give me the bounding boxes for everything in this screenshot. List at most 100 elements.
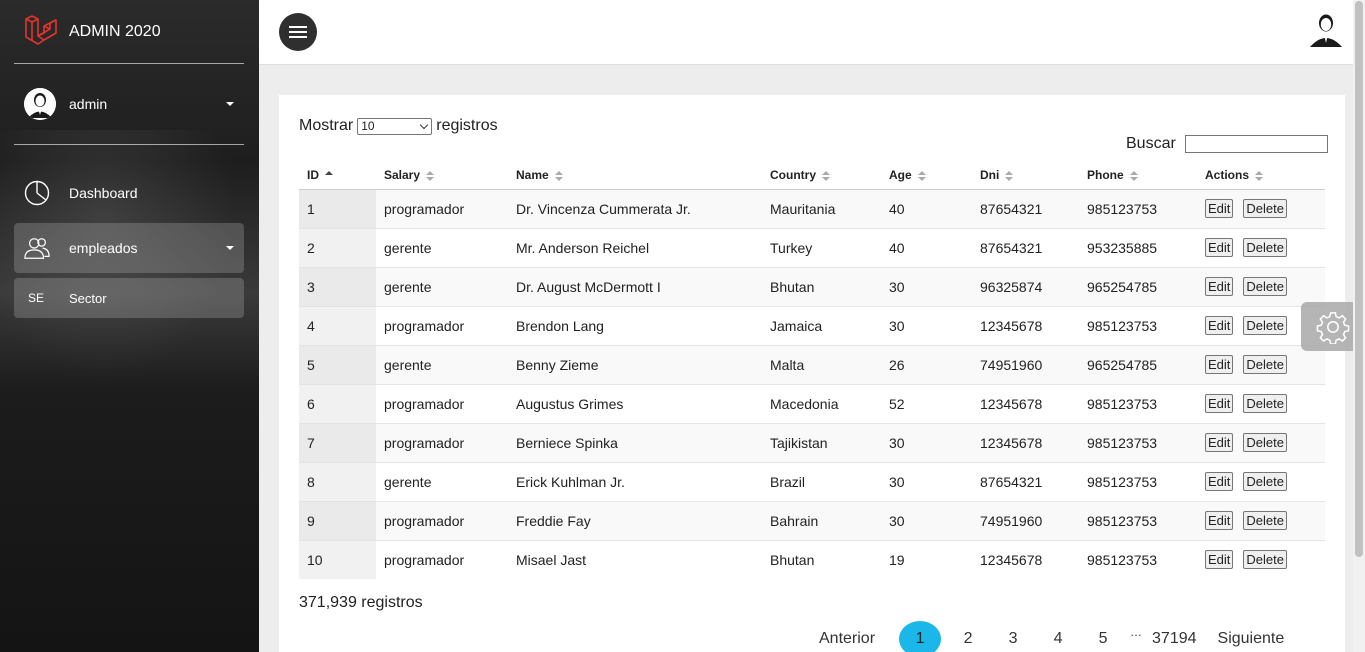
column-header-label: Phone bbox=[1087, 167, 1124, 182]
delete-button[interactable]: Delete bbox=[1243, 316, 1287, 335]
edit-button[interactable]: Edit bbox=[1205, 316, 1234, 335]
cell-age: 30 bbox=[881, 305, 972, 345]
table-info: 371,939 registros bbox=[299, 594, 423, 611]
pagination-page[interactable]: 2 bbox=[950, 621, 986, 652]
column-header-dni[interactable]: Dni bbox=[972, 161, 1079, 190]
table-row: 3 gerente Dr. August McDermott I Bhutan 30 96… bbox=[299, 266, 1325, 306]
column-header-id[interactable]: ID bbox=[299, 161, 376, 190]
table-row: 6 programador Augustus Grimes Macedonia 52 12… bbox=[299, 383, 1325, 423]
edit-button[interactable]: Edit bbox=[1205, 355, 1234, 374]
user-avatar-icon bbox=[24, 88, 56, 120]
cell-salary: programador bbox=[376, 500, 508, 540]
cell-age: 26 bbox=[881, 344, 972, 384]
delete-button[interactable]: Delete bbox=[1243, 472, 1287, 491]
user-menu[interactable]: admin bbox=[24, 86, 244, 122]
page-length-control: Mostrar 10 registros bbox=[299, 117, 498, 135]
cell-phone: 985123753 bbox=[1079, 461, 1197, 501]
cell-age: 30 bbox=[881, 461, 972, 501]
topbar bbox=[259, 0, 1365, 65]
show-label: Mostrar bbox=[299, 117, 354, 134]
records-label: registros bbox=[436, 117, 498, 134]
cell-phone: 985123753 bbox=[1079, 305, 1197, 345]
search-label: Buscar bbox=[1126, 135, 1176, 152]
cell-country: Mauritania bbox=[762, 188, 881, 228]
column-header-salary[interactable]: Salary bbox=[376, 161, 508, 190]
top-user-avatar[interactable] bbox=[1307, 10, 1345, 48]
cell-name: Augustus Grimes bbox=[508, 383, 762, 423]
table-row: 4 programador Brendon Lang Jamaica 30 1234567… bbox=[299, 305, 1325, 345]
delete-button[interactable]: Delete bbox=[1243, 355, 1287, 374]
cell-phone: 985123753 bbox=[1079, 539, 1197, 579]
scrollbar-thumb[interactable] bbox=[1355, 1, 1363, 557]
search-input[interactable] bbox=[1184, 135, 1328, 153]
table-row: 5 gerente Benny Zieme Malta 26 74951960 965254… bbox=[299, 344, 1325, 384]
delete-button[interactable]: Delete bbox=[1243, 199, 1287, 218]
edit-button[interactable]: Edit bbox=[1205, 394, 1234, 413]
delete-button[interactable]: Delete bbox=[1243, 550, 1287, 570]
brand-title: ADMIN 2020 bbox=[69, 23, 161, 40]
edit-button[interactable]: Edit bbox=[1205, 511, 1234, 530]
sidebar-item-dashboard[interactable]: Dashboard bbox=[14, 177, 244, 209]
cell-phone: 985123753 bbox=[1079, 422, 1197, 462]
edit-button[interactable]: Edit bbox=[1205, 550, 1234, 570]
cell-salary: gerente bbox=[376, 266, 508, 306]
cell-salary: programador bbox=[376, 305, 508, 345]
cell-age: 40 bbox=[881, 227, 972, 267]
cell-age: 40 bbox=[881, 188, 972, 228]
sidebar-item-empleados[interactable]: empleados bbox=[14, 223, 244, 273]
cell-id: 9 bbox=[299, 500, 376, 540]
cell-id: 6 bbox=[299, 383, 376, 423]
user-name: admin bbox=[69, 96, 108, 112]
pagination-page[interactable]: 4 bbox=[1040, 621, 1076, 652]
cell-dni: 12345678 bbox=[972, 305, 1079, 345]
delete-button[interactable]: Delete bbox=[1243, 433, 1287, 452]
pagination-page-last[interactable]: 37194 bbox=[1152, 621, 1197, 652]
column-header-age[interactable]: Age bbox=[881, 161, 972, 190]
delete-button[interactable]: Delete bbox=[1243, 238, 1287, 257]
edit-button[interactable]: Edit bbox=[1205, 433, 1234, 452]
cell-salary: gerente bbox=[376, 227, 508, 267]
pagination-previous[interactable]: Anterior bbox=[819, 621, 875, 652]
pagination-page-current[interactable]: 1 bbox=[899, 621, 942, 652]
column-header-name[interactable]: Name bbox=[508, 161, 762, 190]
cell-actions: Edit Delete bbox=[1197, 500, 1325, 540]
pagination-page[interactable]: 5 bbox=[1085, 621, 1121, 652]
delete-button[interactable]: Delete bbox=[1243, 277, 1287, 296]
table-row: 10 programador Misael Jast Bhutan 19 12345678… bbox=[299, 539, 1325, 579]
table-header-row: ID Salary Name Country Age Dni Phone Act… bbox=[299, 161, 1325, 190]
edit-button[interactable]: Edit bbox=[1205, 199, 1234, 218]
edit-button[interactable]: Edit bbox=[1205, 277, 1234, 296]
cell-actions: Edit Delete bbox=[1197, 383, 1325, 423]
cell-name: Benny Zieme bbox=[508, 344, 762, 384]
brand[interactable]: ADMIN 2020 bbox=[24, 14, 161, 48]
sort-icon bbox=[1255, 170, 1264, 181]
delete-button[interactable]: Delete bbox=[1243, 511, 1287, 530]
page-length-select[interactable]: 10 bbox=[357, 117, 433, 135]
cell-id: 4 bbox=[299, 305, 376, 345]
delete-button[interactable]: Delete bbox=[1243, 394, 1287, 413]
cell-dni: 87654321 bbox=[972, 227, 1079, 267]
column-header-phone[interactable]: Phone bbox=[1079, 161, 1197, 190]
column-header-country[interactable]: Country bbox=[762, 161, 881, 190]
sidebar-item-label: Sector bbox=[69, 290, 107, 306]
sidebar-item-sector[interactable]: SE Sector bbox=[14, 278, 244, 318]
menu-toggle-button[interactable] bbox=[279, 13, 317, 51]
employees-table: ID Salary Name Country Age Dni Phone Act… bbox=[299, 161, 1325, 579]
pagination: Anterior 1 2 3 4 5 … 37194 Siguiente bbox=[819, 621, 1293, 652]
cell-phone: 985123753 bbox=[1079, 500, 1197, 540]
page-scrollbar[interactable] bbox=[1353, 0, 1365, 652]
pagination-page[interactable]: 3 bbox=[995, 621, 1031, 652]
cell-id: 1 bbox=[299, 188, 376, 228]
cell-salary: gerente bbox=[376, 344, 508, 384]
edit-button[interactable]: Edit bbox=[1205, 238, 1234, 257]
column-header-actions[interactable]: Actions bbox=[1197, 161, 1325, 190]
cell-name: Mr. Anderson Reichel bbox=[508, 227, 762, 267]
cell-dni: 12345678 bbox=[972, 539, 1079, 579]
cell-id: 8 bbox=[299, 461, 376, 501]
cell-dni: 74951960 bbox=[972, 500, 1079, 540]
cell-phone: 965254785 bbox=[1079, 266, 1197, 306]
sidebar-divider bbox=[14, 144, 244, 145]
sort-icon bbox=[1005, 170, 1014, 181]
edit-button[interactable]: Edit bbox=[1205, 472, 1234, 491]
pagination-next[interactable]: Siguiente bbox=[1218, 621, 1285, 652]
